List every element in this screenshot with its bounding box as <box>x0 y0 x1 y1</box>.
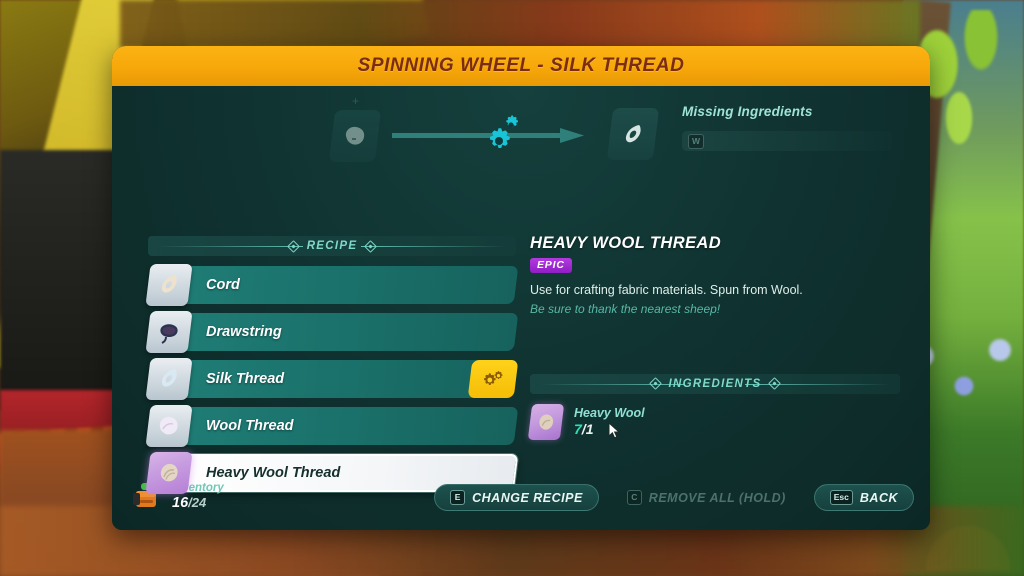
ingredients-section-label: INGREDIENTS <box>668 377 762 390</box>
missing-ingredients-empty-row: W <box>682 131 892 151</box>
detail-description: Use for crafting fabric materials. Spun … <box>530 283 803 297</box>
craft-preview: + Missing Ingredients W <box>112 86 930 196</box>
key-badge-e: E <box>450 490 466 505</box>
recipe-section-header: RECIPE <box>148 236 516 256</box>
crafting-in-progress-badge <box>467 360 519 398</box>
recipe-row-label: Cord <box>206 277 240 293</box>
remove-all-button: C REMOVE ALL (HOLD) <box>611 484 802 511</box>
ingredient-have: 7 <box>574 421 582 438</box>
change-recipe-label: CHANGE RECIPE <box>472 490 583 505</box>
back-button[interactable]: Esc BACK <box>813 484 914 511</box>
missing-key-badge: W <box>688 133 705 149</box>
crafting-dialog: SPINNING WHEEL - SILK THREAD + Missing I… <box>112 46 930 530</box>
header-rule-right <box>361 246 506 247</box>
cord-icon <box>145 264 193 306</box>
input-slot[interactable] <box>328 110 382 162</box>
recipe-row-label: Drawstring <box>206 324 282 340</box>
inventory-current: 16 <box>172 494 189 511</box>
recipe-row-drawstring[interactable]: Drawstring <box>145 311 519 353</box>
missing-ingredients-title: Missing Ingredients <box>682 104 813 119</box>
diamond-ornament-left <box>286 239 300 253</box>
recipe-row-silk-thread[interactable]: Silk Thread <box>145 358 519 400</box>
drawstring-icon <box>145 311 193 353</box>
silk-thread-icon <box>145 358 193 400</box>
page-title: SPINNING WHEEL - SILK THREAD <box>357 55 685 76</box>
recipe-row-label: Silk Thread <box>206 371 285 387</box>
header-rule-left <box>158 246 303 247</box>
back-label: BACK <box>859 490 898 505</box>
action-buttons: E CHANGE RECIPE C REMOVE ALL (HOLD) Esc … <box>434 484 914 511</box>
mouse-cursor-icon <box>608 421 622 445</box>
recipe-list[interactable]: Cord Drawstring Silk Thread Wool Thread … <box>145 264 519 494</box>
header-rule-right <box>744 383 890 385</box>
recipe-row-cord[interactable]: Cord <box>145 264 519 306</box>
gears-icon <box>480 114 522 159</box>
background-top-strip <box>120 0 920 48</box>
wool-icon <box>345 126 365 145</box>
heavy-wool-icon <box>527 403 565 440</box>
key-badge-esc: Esc <box>829 490 853 505</box>
ingredient-need: 1 <box>585 421 594 438</box>
recipe-section-label: RECIPE <box>306 240 358 252</box>
dialog-body: + Missing Ingredients W RECIPE Cord Draw… <box>112 86 930 530</box>
recipe-column: RECIPE Cord Drawstring Silk Thread Wool … <box>145 236 519 501</box>
recipe-row-label: Wool Thread <box>206 418 294 434</box>
recipe-row-label: Heavy Wool Thread <box>206 465 341 481</box>
output-slot[interactable] <box>606 108 660 160</box>
diamond-ornament-right <box>364 239 378 253</box>
change-recipe-button[interactable]: E CHANGE RECIPE <box>434 484 599 511</box>
inventory-count: 16/24 <box>172 495 224 511</box>
diamond-ornament-right <box>768 377 782 391</box>
diamond-ornament-left <box>648 377 662 391</box>
ingredient-row-heavy-wool[interactable]: Heavy Wool 7/1 <box>527 403 900 440</box>
recipe-row-wool-thread[interactable]: Wool Thread <box>145 405 519 447</box>
ingredient-name: Heavy Wool <box>574 406 645 421</box>
ingredients-list: Heavy Wool 7/1 <box>527 403 900 440</box>
dialog-titlebar: SPINNING WHEEL - SILK THREAD <box>112 46 930 86</box>
detail-flavor-text: Be sure to thank the nearest sheep! <box>530 301 721 316</box>
detail-title: HEAVY WOOL THREAD <box>530 234 722 252</box>
remove-all-label: REMOVE ALL (HOLD) <box>648 490 786 505</box>
detail-column: HEAVY WOOL THREAD EPIC Use for crafting … <box>527 234 900 440</box>
heavy-wool-icon <box>145 452 193 494</box>
inventory-max: 24 <box>191 494 207 510</box>
wool-thread-icon <box>145 405 193 447</box>
craft-arrow-group <box>392 115 592 150</box>
add-ingredient-hint: + <box>352 94 360 108</box>
gears-icon <box>484 371 503 385</box>
missing-ingredients-panel: Missing Ingredients W <box>682 104 892 151</box>
ingredients-section-header: INGREDIENTS <box>530 373 900 394</box>
key-badge-c: C <box>626 490 642 505</box>
thread-loop-icon <box>625 125 641 143</box>
rarity-badge: EPIC <box>530 258 572 273</box>
